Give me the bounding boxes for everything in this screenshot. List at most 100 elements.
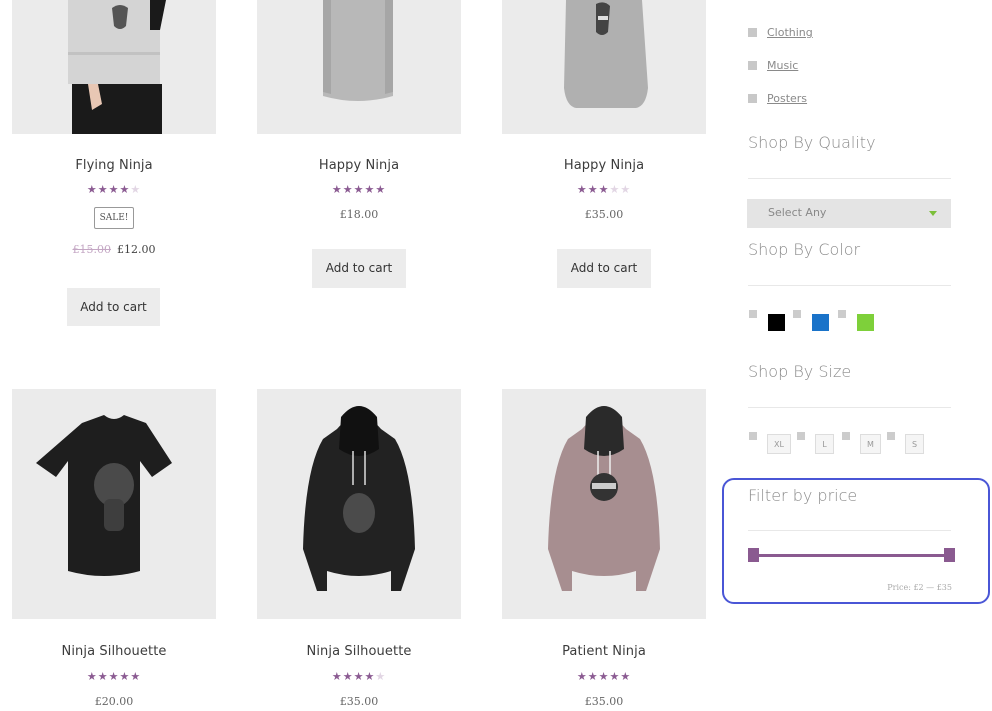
product-title[interactable]: Happy Ninja <box>257 158 461 173</box>
star-icon: ★ <box>97 183 109 196</box>
star-icon: ★ <box>375 670 387 683</box>
product-image[interactable] <box>502 389 706 619</box>
product-image[interactable] <box>502 0 706 134</box>
poster-image <box>68 0 166 134</box>
star-icon: ★ <box>331 670 343 683</box>
product-card: Ninja Silhouette ★★★★★ £35.00 <box>257 389 461 708</box>
star-icon: ★ <box>364 183 376 196</box>
star-icon: ★ <box>609 183 621 196</box>
category-link-posters[interactable]: Posters <box>767 92 807 105</box>
star-icon: ★ <box>342 670 354 683</box>
product-title[interactable]: Flying Ninja <box>12 158 216 173</box>
star-icon: ★ <box>97 670 109 683</box>
size-option-s[interactable]: S <box>905 434 924 454</box>
star-icon: ★ <box>598 183 610 196</box>
checkbox-icon[interactable] <box>749 432 757 440</box>
hoodie-image <box>323 0 393 101</box>
star-icon: ★ <box>331 183 343 196</box>
checkbox-icon[interactable] <box>793 310 801 318</box>
category-link-music[interactable]: Music <box>767 59 798 72</box>
star-icon: ★ <box>375 183 387 196</box>
product-price: £15.00 £12.00 <box>12 243 216 256</box>
product-price: £35.00 <box>584 695 624 708</box>
star-icon: ★ <box>353 670 365 683</box>
product-image[interactable] <box>12 389 216 619</box>
product-title[interactable]: Patient Ninja <box>502 644 706 659</box>
divider <box>748 178 951 179</box>
star-icon: ★ <box>108 183 120 196</box>
color-swatch-blue[interactable] <box>812 314 829 331</box>
checkbox-icon[interactable] <box>838 310 846 318</box>
star-icon: ★ <box>364 670 376 683</box>
checkbox-icon[interactable] <box>748 94 757 103</box>
star-icon: ★ <box>576 670 588 683</box>
sale-badge: SALE! <box>94 207 134 229</box>
size-option-l[interactable]: L <box>815 434 834 454</box>
checkbox-icon[interactable] <box>749 310 757 318</box>
checkbox-icon[interactable] <box>748 28 757 37</box>
divider <box>748 285 951 286</box>
color-swatch-black[interactable] <box>768 314 785 331</box>
product-title[interactable]: Ninja Silhouette <box>12 644 216 659</box>
price-slider-min-handle[interactable] <box>748 548 759 562</box>
widget-title-size: Shop By Size <box>748 362 852 381</box>
divider <box>748 530 951 531</box>
product-title[interactable]: Happy Ninja <box>502 158 706 173</box>
checkbox-icon[interactable] <box>887 432 895 440</box>
divider <box>748 407 951 408</box>
star-rating: ★★★★★ <box>257 184 461 196</box>
tshirt-image <box>36 415 172 576</box>
size-option-m[interactable]: M <box>860 434 881 454</box>
widget-title-quality: Shop By Quality <box>748 133 876 152</box>
star-icon: ★ <box>86 183 98 196</box>
product-price: £35.00 <box>339 695 379 708</box>
checkbox-icon[interactable] <box>797 432 805 440</box>
hoodie-image <box>303 406 415 591</box>
product-image[interactable] <box>257 0 461 134</box>
star-icon: ★ <box>353 183 365 196</box>
star-rating: ★★★★★ <box>257 671 461 683</box>
add-to-cart-button[interactable]: Add to cart <box>557 249 651 288</box>
widget-title-color: Shop By Color <box>748 240 861 259</box>
star-icon: ★ <box>609 670 621 683</box>
product-card: Patient Ninja ★★★★★ £35.00 <box>502 389 706 708</box>
product-card: Flying Ninja ★★★★★ SALE! £15.00 £12.00 <box>12 0 216 256</box>
hoodie-image <box>564 0 648 108</box>
product-price: £20.00 <box>94 695 134 708</box>
star-icon: ★ <box>130 183 142 196</box>
checkbox-icon[interactable] <box>748 61 757 70</box>
star-icon: ★ <box>342 183 354 196</box>
star-icon: ★ <box>119 183 131 196</box>
star-icon: ★ <box>86 670 98 683</box>
select-value: Select Any <box>768 206 827 219</box>
star-icon: ★ <box>587 670 599 683</box>
price-slider-max-handle[interactable] <box>944 548 955 562</box>
add-to-cart-button[interactable]: Add to cart <box>312 249 406 288</box>
star-icon: ★ <box>587 183 599 196</box>
checkbox-icon[interactable] <box>842 432 850 440</box>
color-swatch-green[interactable] <box>857 314 874 331</box>
quality-select[interactable]: Select Any <box>747 199 951 228</box>
old-price: £15.00 <box>72 243 112 256</box>
hoodie-image <box>548 406 660 591</box>
star-icon: ★ <box>130 670 142 683</box>
product-title[interactable]: Ninja Silhouette <box>257 644 461 659</box>
star-rating: ★★★★★ <box>502 671 706 683</box>
category-link-clothing[interactable]: Clothing <box>767 26 813 39</box>
chevron-down-icon <box>929 211 937 216</box>
star-icon: ★ <box>598 670 610 683</box>
star-icon: ★ <box>576 183 588 196</box>
product-card: Ninja Silhouette ★★★★★ £20.00 <box>12 389 216 708</box>
product-image[interactable] <box>257 389 461 619</box>
add-to-cart-button[interactable]: Add to cart <box>67 288 160 326</box>
star-rating: ★★★★★ <box>12 184 216 196</box>
price-slider-track[interactable] <box>752 554 948 557</box>
product-card: Happy Ninja ★★★★★ £35.00 <box>502 0 706 221</box>
star-icon: ★ <box>108 670 120 683</box>
product-image[interactable] <box>12 0 216 134</box>
star-rating: ★★★★★ <box>502 184 706 196</box>
star-icon: ★ <box>119 670 131 683</box>
size-option-xl[interactable]: XL <box>767 434 791 454</box>
widget-title-price: Filter by price <box>748 486 858 505</box>
star-icon: ★ <box>620 183 632 196</box>
